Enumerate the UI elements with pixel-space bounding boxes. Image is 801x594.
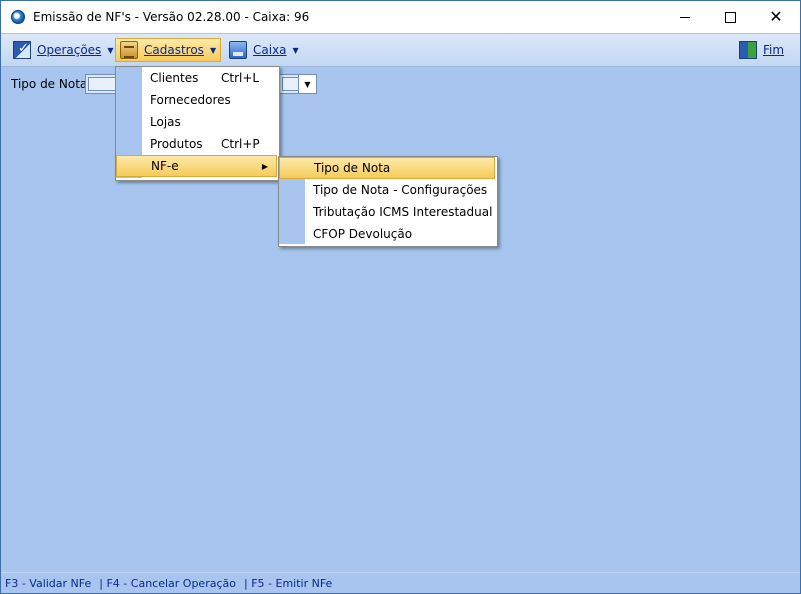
maximize-icon	[724, 11, 736, 23]
menu-caixa[interactable]: Caixa ▼	[225, 38, 303, 62]
tipo-nota-label: Tipo de Nota:	[11, 77, 92, 91]
menu-item-label: NF-e	[151, 159, 179, 173]
menu-item-clientes[interactable]: Clientes Ctrl+L	[116, 67, 277, 89]
title-bar[interactable]: Emissão de NF's - Versão 02.28.00 - Caix…	[1, 1, 800, 33]
menu-fim-label: Fim	[763, 43, 785, 57]
minimize-button[interactable]	[662, 1, 708, 33]
menu-item-label: Tributação ICMS Interestadual	[313, 205, 493, 219]
menu-operacoes-label: Operações	[37, 43, 102, 57]
menu-item-nfe[interactable]: NF-e ▶	[116, 155, 277, 177]
status-bar: F3 - Validar NFe | F4 - Cancelar Operaçã…	[1, 572, 800, 593]
maximize-button[interactable]	[707, 1, 753, 33]
menu-item-produtos[interactable]: Produtos Ctrl+P	[116, 133, 277, 155]
menu-caixa-label: Caixa	[253, 43, 287, 57]
menu-item-shortcut: Ctrl+P	[221, 137, 260, 151]
menu-item-label: Produtos	[150, 137, 203, 151]
close-icon: ✕	[769, 7, 783, 26]
menu-item-label: CFOP Devolução	[313, 227, 413, 241]
chevron-right-icon: ▶	[261, 161, 268, 171]
menu-cadastros-label: Cadastros	[144, 43, 204, 57]
menu-item-shortcut: Ctrl+L	[221, 71, 260, 85]
menu-item-label: Lojas	[150, 115, 181, 129]
menu-bar: Operações ▼ Cadastros ▼ Caixa ▼ Fim	[1, 34, 800, 67]
chevron-down-icon: ▼	[304, 79, 311, 89]
submenu-item-tributacao-icms[interactable]: Tributação ICMS Interestadual	[279, 201, 495, 223]
main-window: Emissão de NF's - Versão 02.28.00 - Caix…	[0, 0, 801, 594]
menu-item-label: Tipo de Nota - Configurações	[313, 183, 488, 197]
menu-fim[interactable]: Fim	[735, 38, 788, 62]
status-f4: | F4 - Cancelar Operação	[99, 577, 236, 590]
submenu-item-cfop-devolucao[interactable]: CFOP Devolução	[279, 223, 495, 245]
caixa-icon	[229, 41, 247, 59]
menu-operacoes[interactable]: Operações ▼	[9, 38, 117, 62]
chevron-down-icon: ▼	[292, 45, 299, 55]
menu-cadastros[interactable]: Cadastros ▼	[115, 38, 222, 62]
menu-item-lojas[interactable]: Lojas	[116, 111, 277, 133]
close-button[interactable]: ✕	[753, 1, 799, 33]
minimize-icon	[680, 16, 690, 18]
submenu-item-tipo-de-nota-configuracoes[interactable]: Tipo de Nota - Configurações	[279, 179, 495, 201]
nfe-submenu: Tipo de Nota Tipo de Nota - Configuraçõe…	[278, 156, 498, 247]
status-f3: F3 - Validar NFe	[5, 577, 92, 590]
window-title: Emissão de NF's - Versão 02.28.00 - Caix…	[33, 10, 310, 24]
combo-segment	[88, 77, 116, 91]
cadastros-icon	[120, 41, 138, 59]
combo-dropdown-button[interactable]: ▼	[298, 75, 316, 93]
app-icon	[11, 10, 25, 24]
cadastros-dropdown: Clientes Ctrl+L Fornecedores Lojas Produ…	[115, 66, 280, 181]
submenu-item-tipo-de-nota[interactable]: Tipo de Nota	[279, 157, 495, 179]
menu-item-fornecedores[interactable]: Fornecedores	[116, 89, 277, 111]
exit-icon	[739, 41, 757, 59]
menu-item-label: Tipo de Nota	[314, 161, 391, 175]
operations-icon	[13, 41, 31, 59]
chevron-down-icon: ▼	[209, 45, 217, 55]
menu-item-label: Fornecedores	[150, 93, 231, 107]
menu-item-label: Clientes	[150, 71, 199, 85]
chevron-down-icon: ▼	[107, 45, 114, 55]
status-f5: | F5 - Emitir NFe	[244, 577, 333, 590]
